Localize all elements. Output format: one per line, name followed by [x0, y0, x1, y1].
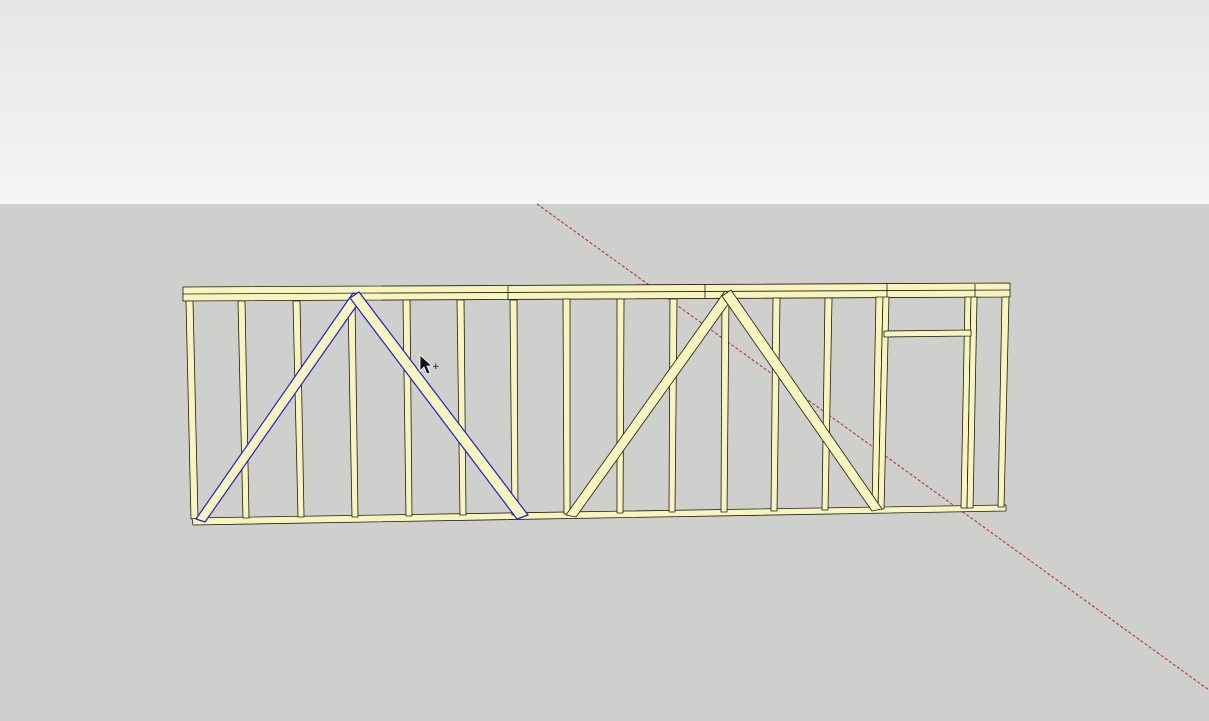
sketchup-viewport[interactable]: + — [0, 0, 1209, 721]
stud[interactable] — [402, 299, 413, 517]
stud[interactable] — [347, 299, 359, 518]
cursor-plus-icon: + — [432, 362, 440, 372]
stud[interactable] — [292, 300, 305, 518]
stud[interactable] — [720, 297, 730, 513]
diagonal-brace-selected[interactable] — [349, 291, 529, 520]
stud[interactable] — [770, 297, 781, 512]
stud[interactable] — [509, 299, 519, 516]
stud[interactable] — [237, 300, 250, 519]
diagonal-brace-selected[interactable] — [195, 292, 363, 523]
stud[interactable] — [668, 298, 678, 513]
model-scene[interactable]: + — [0, 0, 1209, 721]
wall-frame[interactable] — [182, 282, 1011, 526]
stud[interactable] — [821, 297, 833, 511]
stud[interactable] — [616, 298, 625, 514]
select-arrow-cursor: + — [419, 354, 440, 375]
stud[interactable] — [997, 296, 1010, 508]
stud[interactable] — [185, 300, 199, 520]
window-header[interactable] — [883, 329, 972, 338]
diagonal-brace[interactable] — [721, 289, 883, 512]
diagonal-brace[interactable] — [565, 290, 735, 518]
stud[interactable] — [562, 298, 571, 515]
stud[interactable] — [456, 299, 467, 516]
